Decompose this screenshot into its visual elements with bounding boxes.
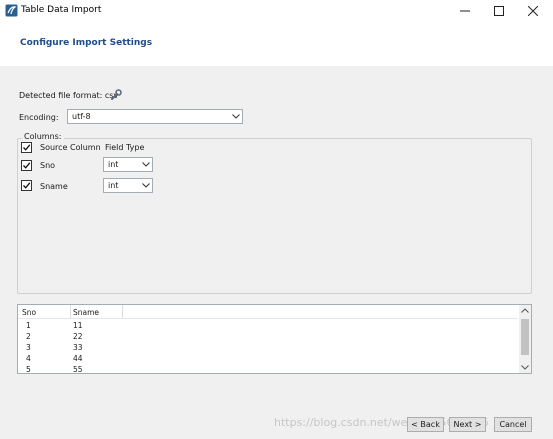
column-name: Sno xyxy=(40,161,56,170)
wrench-icon[interactable] xyxy=(110,89,122,101)
detected-format-label: Detected file format: csv xyxy=(19,91,119,100)
vertical-scrollbar[interactable] xyxy=(519,305,531,373)
app-logo-icon xyxy=(5,4,18,17)
preview-header-sno: Sno xyxy=(22,308,37,317)
scroll-up-icon[interactable] xyxy=(521,308,529,313)
table-cell: 55 xyxy=(73,365,83,374)
preview-header-sname: Sname xyxy=(73,308,100,317)
field-type-header: Field Type xyxy=(105,143,145,152)
checkmark-icon xyxy=(23,144,31,151)
column-name: Sname xyxy=(40,182,68,191)
table-cell: 2 xyxy=(26,332,31,341)
header-divider xyxy=(18,318,518,319)
table-cell: 5 xyxy=(26,365,31,374)
chevron-down-icon xyxy=(140,179,152,192)
table-cell: 11 xyxy=(73,321,83,330)
table-cell: 22 xyxy=(73,332,83,341)
table-cell: 4 xyxy=(26,354,31,363)
table-cell: 1 xyxy=(26,321,31,330)
checkmark-icon xyxy=(23,182,31,189)
scrollbar-thumb[interactable] xyxy=(521,319,529,355)
checkmark-icon xyxy=(23,162,31,169)
back-button[interactable]: < Back xyxy=(407,417,444,432)
window-title: Table Data Import xyxy=(21,5,102,15)
field-type-select-sno[interactable]: int xyxy=(103,157,153,172)
scroll-down-icon[interactable] xyxy=(521,365,529,370)
columns-group-label: Columns: xyxy=(22,132,64,141)
source-column-header: Source Column xyxy=(40,143,101,152)
chevron-down-icon xyxy=(140,158,152,171)
minimize-button[interactable] xyxy=(448,0,482,21)
columns-group xyxy=(17,138,532,294)
column-divider xyxy=(70,305,71,318)
next-button[interactable]: Next > xyxy=(449,417,486,432)
encoding-label: Encoding: xyxy=(19,113,59,122)
encoding-value: utf-8 xyxy=(72,112,91,121)
data-preview-table[interactable]: Sno Sname 1 11 2 22 3 33 4 44 5 55 xyxy=(17,304,532,374)
table-cell: 3 xyxy=(26,343,31,352)
minimize-icon xyxy=(460,10,470,11)
table-cell: 44 xyxy=(73,354,83,363)
chevron-down-icon xyxy=(230,110,242,123)
table-cell: 33 xyxy=(73,343,83,352)
field-type-value: int xyxy=(108,160,119,169)
close-button[interactable] xyxy=(516,0,550,21)
column-checkbox-sname[interactable] xyxy=(21,180,32,191)
cancel-button[interactable]: Cancel xyxy=(494,417,532,432)
close-icon xyxy=(528,5,538,16)
maximize-button[interactable] xyxy=(482,0,516,21)
select-all-checkbox[interactable] xyxy=(21,142,32,153)
maximize-icon xyxy=(494,5,504,16)
encoding-select[interactable]: utf-8 xyxy=(67,109,243,124)
field-type-value: int xyxy=(108,181,119,190)
column-divider xyxy=(122,305,123,318)
page-title: Configure Import Settings xyxy=(20,38,153,48)
column-checkbox-sno[interactable] xyxy=(21,160,32,171)
field-type-select-sname[interactable]: int xyxy=(103,178,153,193)
